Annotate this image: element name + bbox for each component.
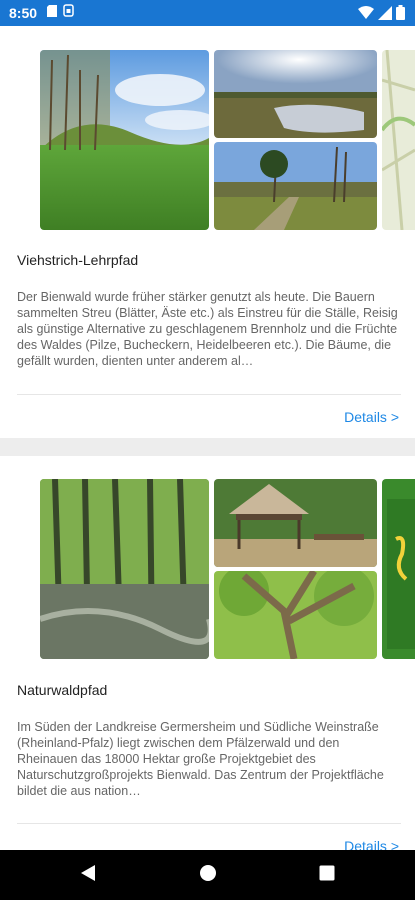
card-divider xyxy=(17,823,401,824)
status-bar: 8:50 xyxy=(0,0,415,26)
photo-shelter[interactable] xyxy=(214,479,377,567)
card-description: Der Bienwald wurde früher stärker genutz… xyxy=(17,290,398,368)
recents-icon xyxy=(319,865,335,886)
photo-flooded-forest[interactable] xyxy=(40,479,209,659)
card-title[interactable]: Naturwaldpfad xyxy=(17,682,107,698)
wifi-icon xyxy=(358,5,374,25)
navigation-bar xyxy=(0,850,415,900)
photo-forest-path[interactable] xyxy=(214,142,377,230)
sd-card-icon xyxy=(47,4,58,22)
card-separator xyxy=(0,438,415,456)
signal-icon xyxy=(378,5,392,25)
sim-icon xyxy=(63,4,74,22)
battery-icon xyxy=(396,5,405,25)
details-link[interactable]: Details > xyxy=(344,838,399,850)
photo-map-peek[interactable] xyxy=(382,50,415,230)
trail-card[interactable]: Naturwaldpfad Im Süden der Landkreise Ge… xyxy=(0,456,415,850)
photo-pond[interactable] xyxy=(214,50,377,138)
trail-card[interactable]: Viehstrich-Lehrpfad Der Bienwald wurde f… xyxy=(0,26,415,438)
card-description: Im Süden der Landkreise Germersheim und … xyxy=(17,720,384,798)
trail-list[interactable]: Viehstrich-Lehrpfad Der Bienwald wurde f… xyxy=(0,26,415,850)
photo-sign-peek[interactable] xyxy=(382,479,415,659)
back-button[interactable] xyxy=(58,850,118,900)
card-title[interactable]: Viehstrich-Lehrpfad xyxy=(17,252,138,268)
home-icon xyxy=(199,864,217,887)
recents-button[interactable] xyxy=(297,850,357,900)
details-link[interactable]: Details > xyxy=(344,409,399,425)
photo-meadow[interactable] xyxy=(40,50,209,230)
home-button[interactable] xyxy=(178,850,238,900)
status-time: 8:50 xyxy=(9,5,38,21)
photo-tree-canopy[interactable] xyxy=(214,571,377,659)
card-divider xyxy=(17,394,401,395)
back-icon xyxy=(80,864,96,887)
